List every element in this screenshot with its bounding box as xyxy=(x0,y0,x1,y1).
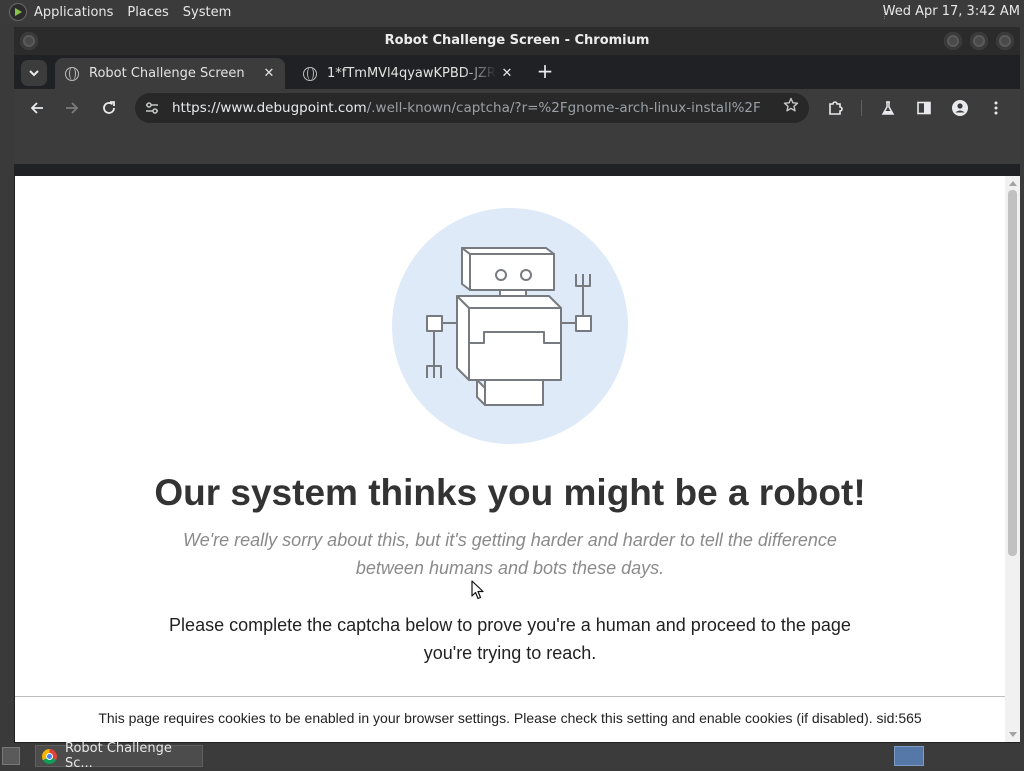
page-content: Our system thinks you might be a robot! … xyxy=(15,176,1005,742)
tab-search-button[interactable] xyxy=(21,60,47,86)
tune-icon xyxy=(146,102,158,114)
browser-window: Robot Challenge Screen - Chromium Robot … xyxy=(14,27,1020,743)
globe-icon xyxy=(65,66,79,81)
instruction-text: Please complete the captcha below to pro… xyxy=(169,615,851,663)
robot-icon xyxy=(426,247,592,406)
globe-icon xyxy=(303,66,317,81)
robot-illustration xyxy=(392,208,628,444)
profile-button[interactable] xyxy=(948,96,972,120)
tab-title: 1*fTmMVl4qyawKPBD-JZRm xyxy=(327,66,497,81)
tab-robot-challenge[interactable]: Robot Challenge Screen ✕ xyxy=(55,58,285,89)
flask-icon xyxy=(881,101,895,115)
back-button[interactable] xyxy=(25,96,49,120)
taskbar: Robot Challenge Sc... xyxy=(0,741,1024,771)
address-bar[interactable]: https://www.debugpoint.com/.well-known/c… xyxy=(135,93,809,123)
menu-applications[interactable]: Applications xyxy=(34,5,113,20)
side-panel-icon xyxy=(917,101,931,115)
new-tab-button[interactable]: + xyxy=(534,60,556,84)
window-titlebar[interactable]: Robot Challenge Screen - Chromium xyxy=(14,27,1020,55)
tab-strip: Robot Challenge Screen ✕ 1*fTmMVl4qyawKP… xyxy=(14,55,1020,89)
labs-button[interactable] xyxy=(876,96,900,120)
browser-menu-button[interactable] xyxy=(984,96,1008,120)
panel-clock[interactable]: Wed Apr 17, 3:42 AM xyxy=(883,0,1020,24)
show-desktop-button[interactable] xyxy=(2,747,20,765)
tab-title: Robot Challenge Screen xyxy=(89,66,245,81)
cookie-divider xyxy=(15,696,1005,697)
star-icon xyxy=(783,97,799,112)
kebab-menu-icon xyxy=(994,101,998,115)
workspace-switcher[interactable] xyxy=(894,746,924,766)
forward-button[interactable] xyxy=(60,96,84,120)
url-path: /.well-known/captcha/?r=%2Fgnome-arch-li… xyxy=(366,100,761,116)
maximize-button[interactable] xyxy=(970,32,988,50)
close-tab-button[interactable]: ✕ xyxy=(497,66,517,81)
scroll-up-arrow-icon[interactable] xyxy=(1009,181,1017,186)
puzzle-icon xyxy=(829,101,843,115)
menu-system[interactable]: System xyxy=(183,5,231,20)
top-panel: Applications Places System Wed Apr 17, 3… xyxy=(0,0,1024,24)
page-scrollbar[interactable] xyxy=(1005,176,1020,742)
apology-text: We're really sorry about this, but it's … xyxy=(183,530,837,578)
site-info-button[interactable] xyxy=(143,99,161,117)
toolbar-separator xyxy=(861,100,862,116)
taskbar-item-label: Robot Challenge Sc... xyxy=(65,741,172,771)
url-text: https://www.debugpoint.com/.well-known/c… xyxy=(172,100,761,116)
reload-icon xyxy=(103,101,115,114)
close-window-button[interactable] xyxy=(996,32,1014,50)
menu-places[interactable]: Places xyxy=(127,5,168,20)
side-panel-button[interactable] xyxy=(912,96,936,120)
profile-icon xyxy=(952,100,968,116)
scroll-down-arrow-icon[interactable] xyxy=(1009,732,1017,737)
arrow-left-icon xyxy=(30,102,43,114)
tab-image[interactable]: 1*fTmMVl4qyawKPBD-JZRm ✕ xyxy=(293,58,523,89)
reload-button[interactable] xyxy=(97,96,121,120)
page-headline: Our system thinks you might be a robot! xyxy=(154,472,866,513)
minimize-button[interactable] xyxy=(944,32,962,50)
mouse-cursor-icon xyxy=(471,580,484,600)
browser-toolbar: https://www.debugpoint.com/.well-known/c… xyxy=(14,89,1020,127)
url-host: https://www.debugpoint.com xyxy=(172,100,367,116)
taskbar-item-chromium[interactable]: Robot Challenge Sc... xyxy=(35,741,203,771)
extensions-button[interactable] xyxy=(823,96,847,120)
arrow-right-icon xyxy=(66,102,79,114)
window-title: Robot Challenge Screen - Chromium xyxy=(384,33,650,48)
window-menu-button[interactable] xyxy=(20,32,38,50)
chevron-down-icon xyxy=(29,70,39,77)
cookie-notice: This page requires cookies to be enabled… xyxy=(98,710,922,726)
chromium-icon xyxy=(42,748,57,764)
close-tab-button[interactable]: ✕ xyxy=(259,66,279,81)
scrollbar-thumb[interactable] xyxy=(1008,190,1017,556)
bookmarks-bar xyxy=(14,127,1020,164)
system-logo-icon[interactable] xyxy=(9,3,27,21)
bookmark-button[interactable] xyxy=(783,97,799,117)
